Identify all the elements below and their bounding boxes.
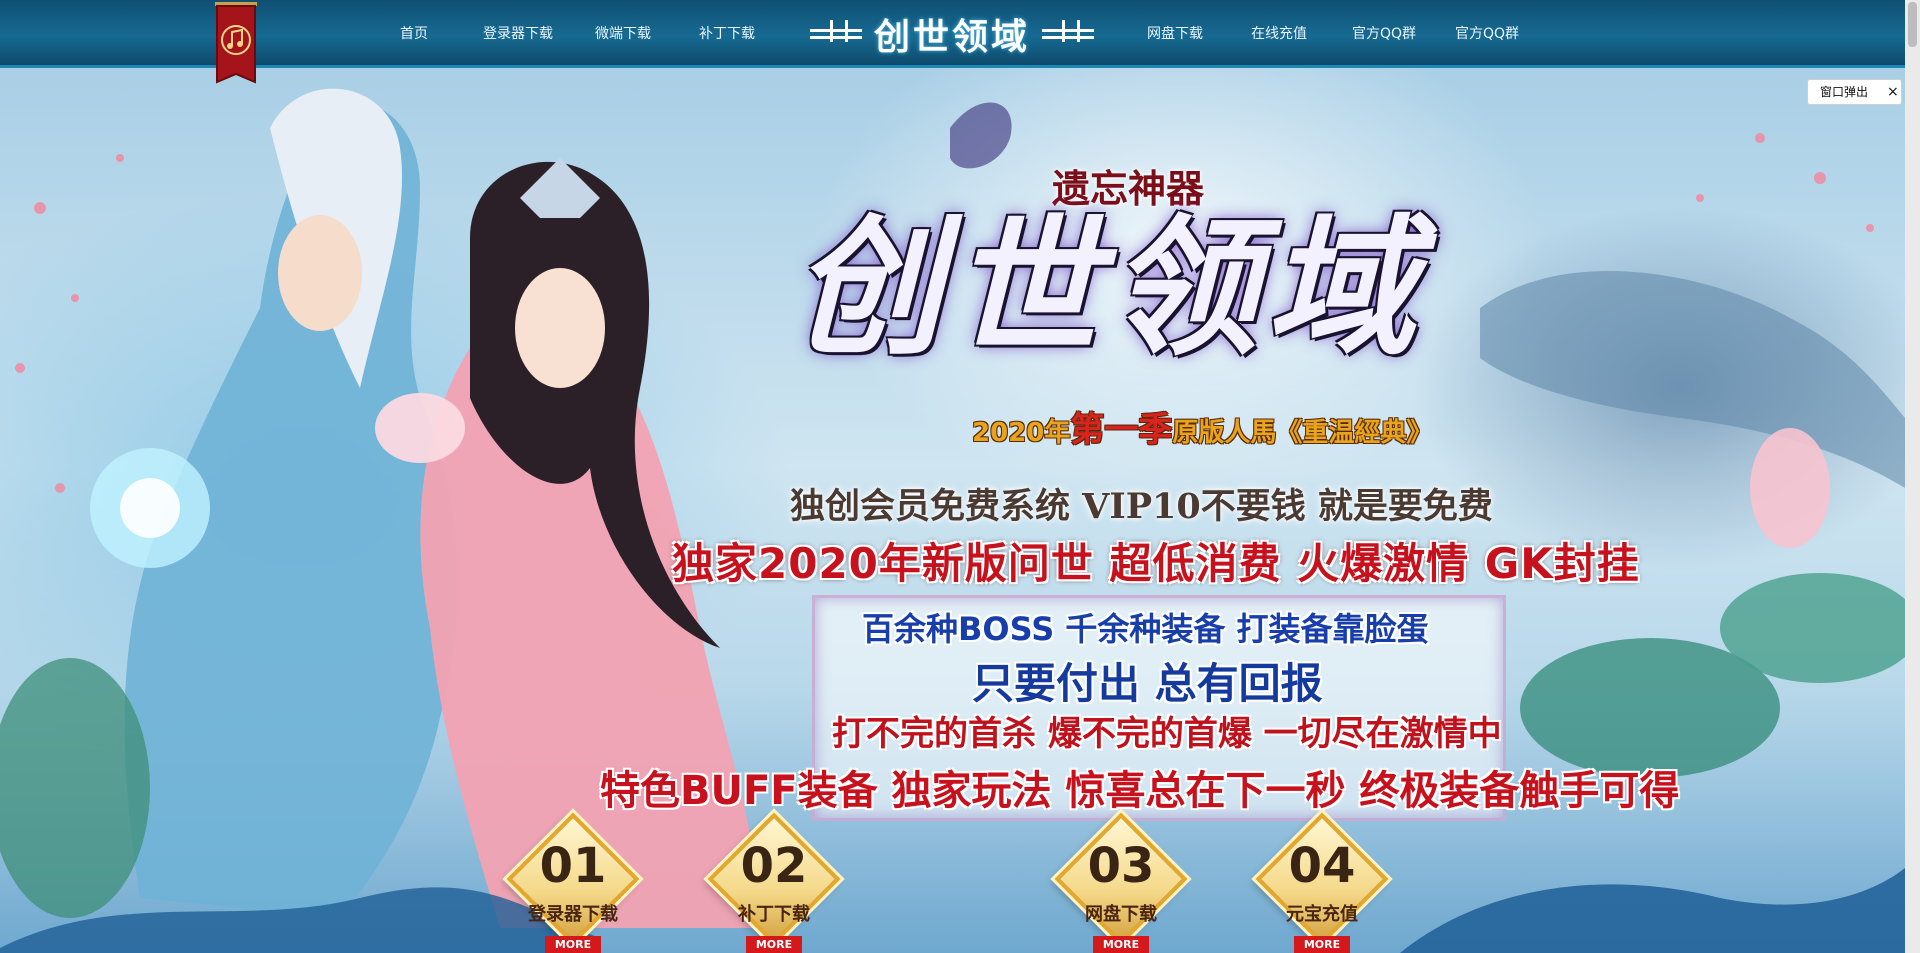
- feature-line-boss: 百余种BOSS 千余种装备 打装备靠脸蛋: [862, 610, 1429, 648]
- wave-right: [1400, 868, 1905, 953]
- feature-line-first-kill: 打不完的首杀 爆不完的首爆 一切尽在激情中: [832, 714, 1502, 754]
- season-prefix: 2020年: [972, 418, 1071, 448]
- more-link[interactable]: MORE: [1294, 936, 1350, 953]
- nav-item-launcher-download[interactable]: 登录器下载: [483, 22, 553, 46]
- patch-download-button[interactable]: 02 补丁下载 MORE: [696, 812, 852, 953]
- window-popup-tag[interactable]: 窗口弹出 ×: [1807, 79, 1902, 105]
- scrollbar-thumb[interactable]: [1908, 2, 1917, 47]
- music-banner-icon[interactable]: [211, 2, 261, 94]
- tagline-buff: 特色BUFF装备 独家玩法 惊喜总在下一秒 终极装备触手可得: [600, 768, 1680, 814]
- tagline-vip: 独创会员免费系统 VIP10不要钱 就是要免费: [790, 486, 1493, 527]
- more-link[interactable]: MORE: [746, 936, 802, 953]
- nav-logo[interactable]: 创世领域: [808, 7, 1096, 61]
- hero-banner: 遗忘神器 创世领域 2020年第一季原版人馬《重温經典》 独创会员免费系统 VI…: [0, 68, 1920, 953]
- nav-item-netdisk-download[interactable]: 网盘下载: [1147, 22, 1203, 46]
- logo-ornament-right: [1042, 20, 1094, 42]
- lotus-leaf-right-2: [1720, 573, 1920, 683]
- nav-item-home[interactable]: 首页: [400, 22, 428, 46]
- season-highlight: 第一季: [1070, 410, 1173, 450]
- whale-silhouette: [1480, 270, 1905, 488]
- lotus-flower-right: [1750, 428, 1830, 548]
- season-line: 2020年第一季原版人馬《重温經典》: [972, 402, 1432, 451]
- nav-item-qq-group-1[interactable]: 官方QQ群: [1352, 22, 1416, 46]
- netdisk-download-button[interactable]: 03 网盘下载 MORE: [1043, 812, 1199, 953]
- button-number: 03: [1087, 838, 1155, 894]
- button-label: 登录器下载: [528, 904, 618, 925]
- close-icon[interactable]: ×: [1887, 80, 1899, 104]
- gold-recharge-button[interactable]: 04 元宝充值 MORE: [1244, 812, 1400, 953]
- logo-text: 创世领域: [873, 16, 1030, 58]
- nav-item-patch-download[interactable]: 补丁下载: [699, 22, 755, 46]
- female-character-face: [515, 268, 605, 388]
- page-scrollbar[interactable]: [1905, 0, 1920, 953]
- logo-ornament-left: [809, 20, 862, 42]
- launcher-download-button[interactable]: 01 登录器下载 MORE: [495, 812, 651, 953]
- dragon-silhouette: [950, 102, 1012, 169]
- button-label: 元宝充值: [1286, 904, 1358, 925]
- more-link[interactable]: MORE: [545, 936, 601, 953]
- button-number: 01: [539, 838, 607, 894]
- button-label: 补丁下载: [738, 904, 810, 925]
- nav-item-micro-client-download[interactable]: 微端下载: [595, 22, 651, 46]
- more-link[interactable]: MORE: [1093, 936, 1149, 953]
- tagline-new-version: 独家2020年新版问世 超低消费 火爆激情 GK封挂: [672, 539, 1640, 588]
- hero-main-title: 创世领域: [791, 200, 1424, 376]
- season-suffix: 原版人馬《重温經典》: [1172, 418, 1433, 448]
- nav-item-online-recharge[interactable]: 在线充值: [1251, 22, 1307, 46]
- button-number: 04: [1288, 838, 1356, 894]
- lotus-flower-left: [375, 393, 465, 463]
- male-character-face: [278, 215, 362, 331]
- feature-line-reward: 只要付出 总有回报: [972, 659, 1323, 708]
- button-number: 02: [740, 838, 808, 894]
- button-label: 网盘下载: [1085, 904, 1157, 925]
- nav-item-qq-group-2[interactable]: 官方QQ群: [1455, 22, 1519, 46]
- popup-label: 窗口弹出: [1820, 85, 1869, 99]
- top-nav-bar: 首页 登录器下载 微端下载 补丁下载 创世领域 网盘下载 在线充值 官方QQ群 …: [0, 0, 1920, 68]
